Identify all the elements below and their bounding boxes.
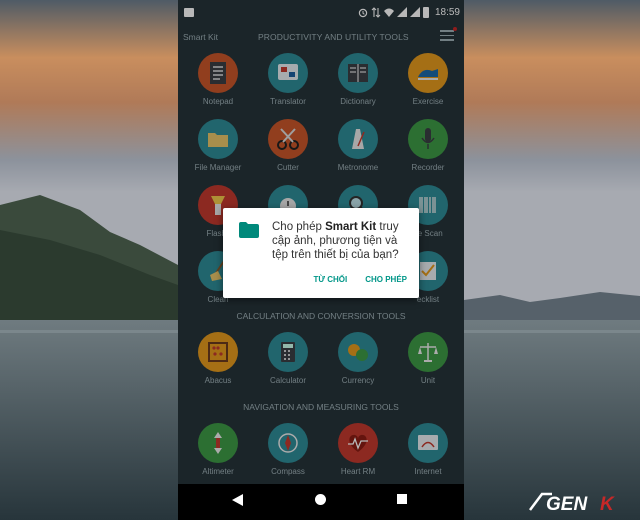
permission-message: Cho phép Smart Kit truy cập ảnh, phương … [272,220,412,262]
svg-text:GEN: GEN [546,494,588,514]
deny-button[interactable]: TỪ CHỐI [313,275,347,284]
phone-screen: 18:59 Smart Kit PRODUCTIVITY AND UTILITY… [178,0,464,520]
message-app-name: Smart Kit [325,221,377,233]
folder-icon [239,222,259,238]
message-prefix: Cho phép [272,221,326,233]
allow-button[interactable]: CHO PHÉP [365,275,407,284]
home-button[interactable] [315,494,326,505]
back-button[interactable] [232,494,243,506]
genk-logo: GEN K [529,492,615,514]
recent-apps-button[interactable] [397,494,407,504]
permission-dialog: Cho phép Smart Kit truy cập ảnh, phương … [223,208,419,298]
navigation-bar [178,484,464,520]
svg-text:K: K [600,494,615,514]
